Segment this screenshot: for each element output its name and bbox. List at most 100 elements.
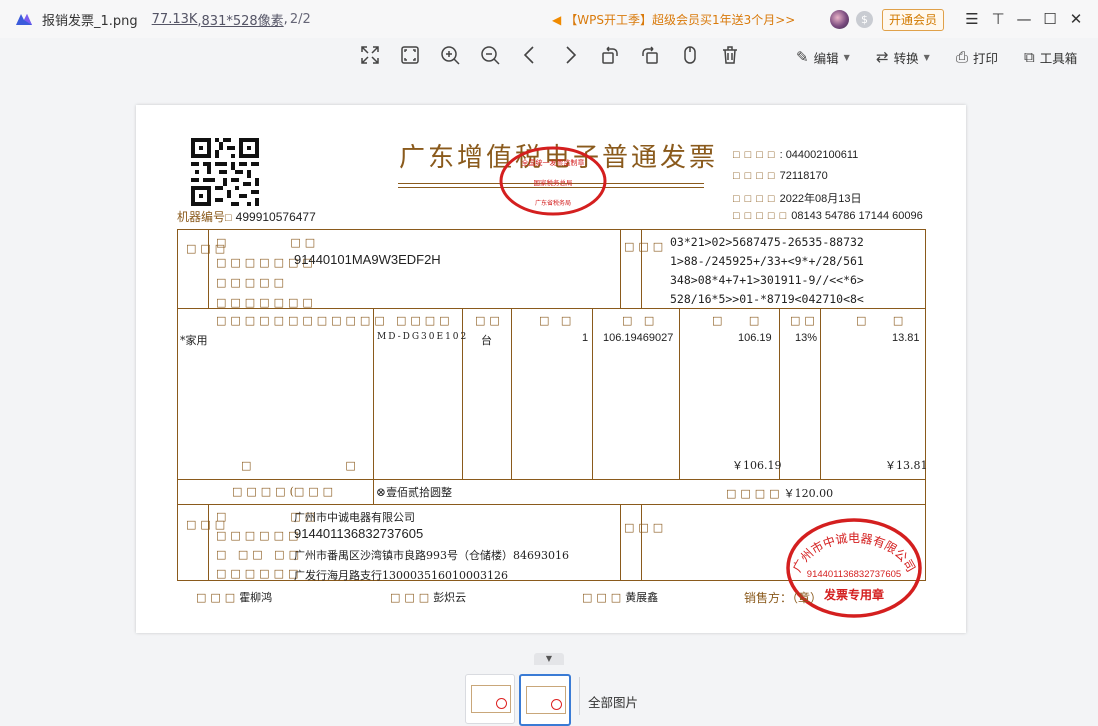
item-amount: 106.19 xyxy=(738,332,772,344)
item-qty: 1 xyxy=(582,332,589,344)
cipher-line: 03*21>02>5687475-26535-88732 xyxy=(670,235,864,249)
collapse-thumbnails-icon[interactable]: ▼ xyxy=(534,653,564,665)
seller-name: 广州市中诚电器有限公司 xyxy=(294,511,415,524)
delete-icon[interactable] xyxy=(718,44,742,68)
subtotal-label: □ □ xyxy=(241,459,360,472)
toolbox-button[interactable]: ⧉ 工具箱 xyxy=(1024,47,1077,67)
stamp-seller-name-text: 广州市中诚电器有限公司 xyxy=(790,531,918,574)
zoom-in-icon[interactable] xyxy=(438,44,462,68)
col-header-amount: □ □ xyxy=(712,314,764,327)
pin-icon[interactable]: ⊤ xyxy=(988,9,1008,29)
thumbnail-2[interactable] xyxy=(519,674,571,726)
mouse-icon[interactable] xyxy=(678,44,702,68)
promo-text: 【WPS开工季】超级会员买1年送3个月>> xyxy=(565,13,796,27)
item-tax-rate: 13% xyxy=(795,332,818,344)
invoice-image: 机器编号□499910576477 广东增值税电子普通发票 全国统一发票监制章 … xyxy=(136,105,966,633)
col-header-price: □ □ xyxy=(622,314,659,327)
seller-label: □□□ xyxy=(186,518,230,531)
all-images-button[interactable]: 全部图片 xyxy=(588,692,638,711)
printer-icon: ⎙ xyxy=(956,48,969,66)
stamp-mid-text: 国家税务总局 xyxy=(534,178,573,187)
qr-code-icon xyxy=(191,138,259,206)
drawer: □□□黄展鑫 xyxy=(582,591,659,604)
buyer-label: □□□ xyxy=(186,242,230,255)
file-size[interactable]: 77.13K xyxy=(152,12,198,27)
chevron-down-icon: ▼ xyxy=(843,52,850,62)
vip-badge-icon[interactable]: $ xyxy=(856,11,873,28)
table-divider xyxy=(820,308,821,479)
subtotal-tax: ￥13.81 xyxy=(885,459,928,472)
table-divider xyxy=(679,308,680,479)
buyer-field-labels: □ □□ □□□□□□□ □□□□□ □□□□□□□ xyxy=(216,236,320,309)
image-dimensions[interactable]: ,831*528像素 xyxy=(197,10,283,29)
stamp-bottom-text: 广东省税务局 xyxy=(535,199,571,207)
toolbar: ✎ 编辑 ▼ ⇄ 转换 ▼ ⎙ 打印 ⧉ 工具箱 xyxy=(0,38,1098,74)
previous-icon[interactable] xyxy=(518,44,542,68)
thumbnail-1[interactable] xyxy=(465,674,515,724)
stamp-seller-bottom-text: 发票专用章 xyxy=(823,587,884,602)
convert-icon: ⇄ xyxy=(876,48,889,66)
table-divider xyxy=(641,504,642,581)
table-divider xyxy=(208,229,209,308)
table-divider xyxy=(620,229,621,308)
table-divider xyxy=(177,479,926,480)
title-separator: , xyxy=(283,11,288,27)
seller-tax-id: 914401136832737605 xyxy=(294,526,424,541)
item-unit: 台 xyxy=(481,334,492,347)
col-header-rate: □□ xyxy=(790,314,819,327)
cipher-line: 528/16*5>>01-*8719<042710<8< xyxy=(670,292,864,306)
table-divider xyxy=(177,504,926,505)
file-name: 报销发票_1.png xyxy=(42,13,138,29)
rotate-right-icon[interactable] xyxy=(638,44,662,68)
col-header-model: □□□□ xyxy=(396,314,454,327)
chevron-down-icon: ▼ xyxy=(923,52,930,62)
cipher-label: □□□ xyxy=(624,240,668,253)
next-icon[interactable] xyxy=(558,44,582,68)
table-divider xyxy=(511,308,512,479)
convert-button[interactable]: ⇄ 转换 ▼ xyxy=(876,47,930,67)
rotate-left-icon[interactable] xyxy=(598,44,622,68)
item-tax: 13.81 xyxy=(892,332,920,344)
col-header-tax: □ □ xyxy=(856,314,908,327)
reviewer: □□□彭炽云 xyxy=(390,591,467,604)
table-divider xyxy=(620,504,621,581)
subtotal-amount: ￥106.19 xyxy=(732,459,782,472)
menu-icon[interactable]: ☰ xyxy=(962,9,982,29)
seller-bank: 广发行海月路支行130003516010003126 xyxy=(294,569,508,582)
invoice-number: □□□□72118170 xyxy=(733,170,828,182)
table-divider xyxy=(208,504,209,581)
item-name: *家用 xyxy=(180,334,208,347)
x-circle-icon: ⊗ xyxy=(376,485,387,499)
open-vip-button[interactable]: 开通会员 xyxy=(882,9,944,31)
thumbnail-divider xyxy=(579,677,580,715)
total-in-words: ⊗壹佰贰拾圆整 xyxy=(376,485,453,499)
table-divider xyxy=(592,308,593,479)
item-price: 106.19469027 xyxy=(603,332,674,344)
buyer-tax-id: 91440101MA9W3EDF2H xyxy=(294,252,441,267)
item-model: MD-DG30E102 xyxy=(377,332,469,342)
maximize-icon[interactable]: ☐ xyxy=(1040,9,1060,29)
page-indicator: 2/2 xyxy=(289,11,311,27)
check-code: □□□□□08143 54786 17144 60096 xyxy=(733,210,923,222)
col-header-unit: □□ xyxy=(475,314,504,327)
remarks-label: □□□ xyxy=(624,521,668,534)
close-icon[interactable]: ✕ xyxy=(1066,9,1086,29)
avatar[interactable] xyxy=(830,10,849,29)
promo-banner[interactable]: ◀ 【WPS开工季】超级会员买1年送3个月>> xyxy=(552,11,795,28)
edit-button[interactable]: ✎ 编辑 ▼ xyxy=(796,47,850,67)
cipher-line: 348>08*4+7+1>301911-9//<<*6> xyxy=(670,273,864,287)
stamp-top-text: 全国统一发票监制章 xyxy=(522,158,585,167)
app-logo-icon xyxy=(16,14,32,25)
toolbox-icon: ⧉ xyxy=(1024,48,1035,66)
minimize-icon[interactable]: — xyxy=(1014,9,1034,29)
image-canvas: 机器编号□499910576477 广东增值税电子普通发票 全国统一发票监制章 … xyxy=(136,105,966,633)
fit-window-icon[interactable] xyxy=(398,44,422,68)
fullscreen-icon[interactable] xyxy=(358,44,382,68)
table-divider xyxy=(779,308,780,479)
total-figure: □□□□￥120.00 xyxy=(726,487,834,500)
payee: □□□霍柳鸿 xyxy=(196,591,273,604)
zoom-out-icon[interactable] xyxy=(478,44,502,68)
print-button[interactable]: ⎙ 打印 xyxy=(956,47,998,67)
seller-seal-label: 销售方：（章） xyxy=(744,591,823,605)
total-label: □□□□(□□□ xyxy=(232,485,338,498)
